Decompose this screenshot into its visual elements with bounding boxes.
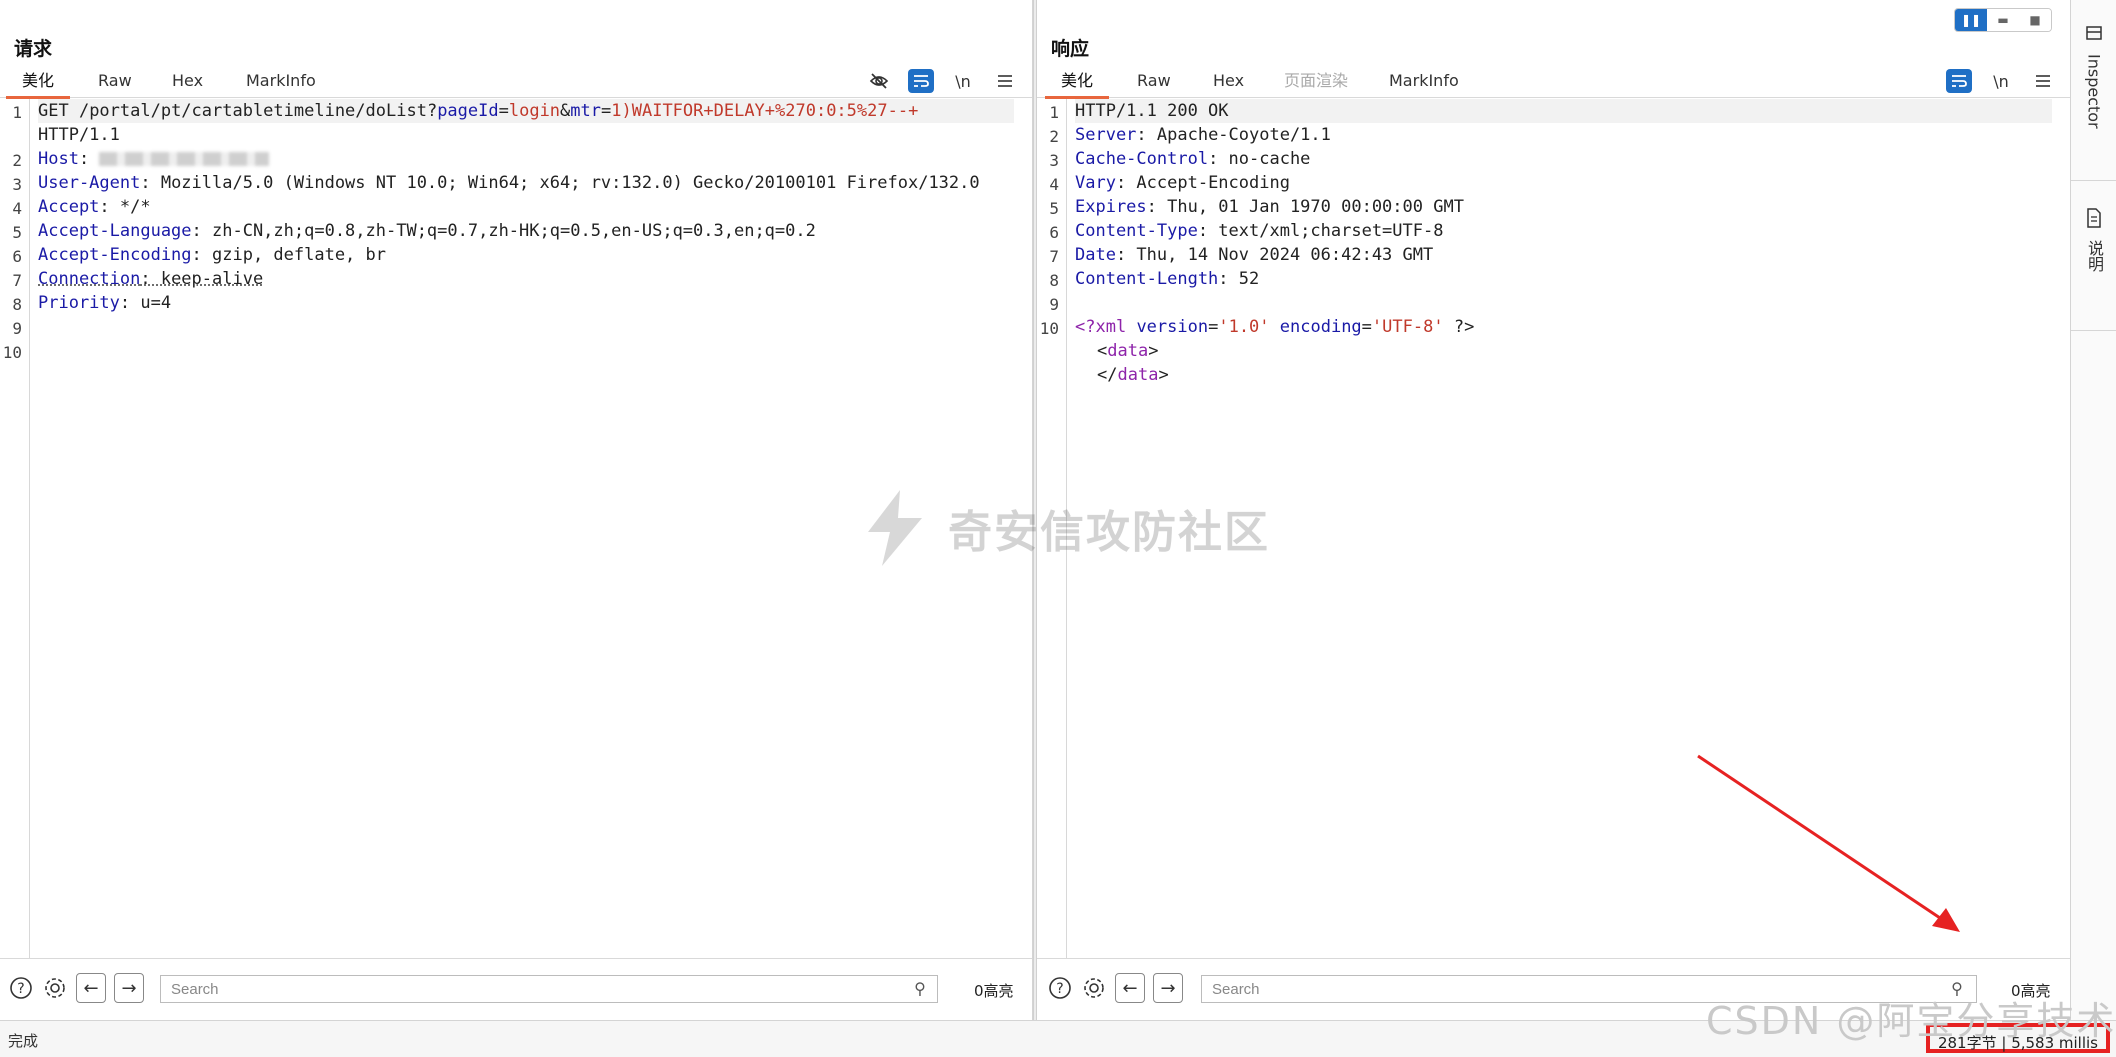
response-tab-pretty[interactable]: 美化 bbox=[1061, 70, 1093, 98]
response-tab-render[interactable]: 页面渲染 bbox=[1284, 70, 1348, 98]
svg-text:?: ? bbox=[17, 981, 24, 997]
code-line: Content-Type: text/xml;charset=UTF-8 bbox=[1075, 219, 2052, 243]
code-line: Connection: keep-alive bbox=[38, 267, 1014, 291]
code-line: Cache-Control: no-cache bbox=[1075, 147, 2052, 171]
search-icon[interactable]: ⚲ bbox=[910, 979, 930, 999]
response-tabbar: 美化 Raw Hex 页面渲染 MarkInfo \n bbox=[1037, 66, 2070, 98]
next-arrow-icon[interactable]: → bbox=[114, 973, 144, 1003]
prev-arrow-icon[interactable]: ← bbox=[1115, 973, 1145, 1003]
layout-single-icon[interactable]: ■ bbox=[2019, 9, 2051, 31]
eye-off-icon[interactable] bbox=[866, 69, 892, 93]
csdn-watermark: CSDN @阿宝分享技术 bbox=[1706, 990, 2116, 1045]
code-line: Accept: */* bbox=[38, 195, 1014, 219]
sidebar-divider bbox=[2071, 330, 2116, 331]
line-number: 7 bbox=[0, 271, 22, 290]
request-hits-count: 0高亮 bbox=[974, 980, 1014, 1001]
wrap-icon[interactable] bbox=[1946, 69, 1972, 93]
code-line: User-Agent: Mozilla/5.0 (Windows NT 10.0… bbox=[38, 171, 1014, 195]
line-number: 8 bbox=[0, 295, 22, 314]
watermark-text: 奇安信攻防社区 bbox=[948, 496, 1270, 560]
line-number: 10 bbox=[0, 343, 22, 362]
code-line: <?xml version='1.0' encoding='UTF-8' ?> bbox=[1075, 315, 2052, 339]
code-line: HTTP/1.1 bbox=[38, 123, 1014, 147]
code-line: Priority: u=4 bbox=[38, 291, 1014, 315]
layout-horizontal-icon[interactable]: ▬ bbox=[1987, 9, 2019, 31]
document-icon bbox=[2086, 208, 2102, 232]
right-sidebar: Inspector 说明 bbox=[2070, 0, 2116, 1020]
layout-split-icon[interactable]: ❚❚ bbox=[1955, 9, 1987, 31]
settings-gear-icon[interactable] bbox=[40, 973, 70, 1003]
wrap-icon[interactable] bbox=[908, 69, 934, 93]
code-line: Server: Apache-Coyote/1.1 bbox=[1075, 123, 2052, 147]
line-number: 1 bbox=[0, 103, 22, 122]
sidebar-item-label: Inspector bbox=[2085, 54, 2104, 129]
line-number: 2 bbox=[0, 151, 22, 170]
request-title: 请求 bbox=[14, 34, 52, 61]
request-tab-markinfo[interactable]: MarkInfo bbox=[246, 70, 316, 98]
line-number: 9 bbox=[0, 319, 22, 338]
request-tabbar: 美化 Raw Hex MarkInfo \n bbox=[0, 66, 1032, 98]
sidebar-item-inspector[interactable]: Inspector bbox=[2071, 24, 2116, 129]
code-line: GET /portal/pt/cartabletimeline/doList?p… bbox=[38, 99, 1014, 123]
request-bottombar: ? ← → ⚲ 0高亮 bbox=[0, 958, 1032, 1020]
code-line: Host: bbox=[38, 147, 1014, 171]
line-number: 9 bbox=[1037, 295, 1059, 314]
line-number: 6 bbox=[0, 247, 22, 266]
layout-toggle: ❚❚ ▬ ■ bbox=[1954, 8, 2052, 32]
annotation-arrow-icon bbox=[1690, 750, 1970, 940]
code-line: HTTP/1.1 200 OK bbox=[1075, 99, 2052, 123]
line-number: 3 bbox=[1037, 151, 1059, 170]
watermark-logo-icon bbox=[860, 488, 930, 568]
line-number: 6 bbox=[1037, 223, 1059, 242]
app-window: 请求 美化 Raw Hex MarkInfo \n 1 2 3 4 5 6 7 … bbox=[0, 0, 2116, 1057]
line-number: 2 bbox=[1037, 127, 1059, 146]
svg-text:?: ? bbox=[1056, 981, 1063, 997]
response-tab-hex[interactable]: Hex bbox=[1213, 70, 1244, 98]
status-text: 完成 bbox=[8, 1030, 38, 1051]
sidebar-item-notes[interactable]: 说明 bbox=[2071, 208, 2116, 272]
request-tab-hex[interactable]: Hex bbox=[172, 70, 203, 98]
next-arrow-icon[interactable]: → bbox=[1153, 973, 1183, 1003]
newline-toggle[interactable]: \n bbox=[1988, 69, 2014, 93]
line-number: 8 bbox=[1037, 271, 1059, 290]
watermark: 奇安信攻防社区 bbox=[860, 488, 1270, 568]
line-number: 1 bbox=[1037, 103, 1059, 122]
request-search-input[interactable] bbox=[160, 975, 938, 1003]
request-tab-pretty[interactable]: 美化 bbox=[22, 70, 54, 98]
sidebar-divider bbox=[2071, 180, 2116, 181]
menu-icon[interactable] bbox=[2030, 69, 2056, 93]
response-tab-markinfo[interactable]: MarkInfo bbox=[1389, 70, 1459, 98]
request-tab-raw[interactable]: Raw bbox=[98, 70, 132, 98]
sidebar-item-label: 说明 bbox=[2082, 240, 2106, 272]
line-number: 5 bbox=[0, 223, 22, 242]
response-tools: \n bbox=[1946, 68, 2056, 94]
line-number: 7 bbox=[1037, 247, 1059, 266]
code-line: <data> bbox=[1097, 339, 2052, 363]
inspector-icon bbox=[2085, 24, 2103, 46]
code-line: Expires: Thu, 01 Jan 1970 00:00:00 GMT bbox=[1075, 195, 2052, 219]
response-title: 响应 bbox=[1051, 34, 1089, 61]
code-line: Accept-Encoding: gzip, deflate, br bbox=[38, 243, 1014, 267]
line-number: 4 bbox=[1037, 175, 1059, 194]
response-tab-raw[interactable]: Raw bbox=[1137, 70, 1171, 98]
code-line: Accept-Language: zh-CN,zh;q=0.8,zh-TW;q=… bbox=[38, 219, 1014, 243]
line-number: 5 bbox=[1037, 199, 1059, 218]
newline-toggle[interactable]: \n bbox=[950, 69, 976, 93]
line-number: 10 bbox=[1037, 319, 1059, 338]
code-line: Vary: Accept-Encoding bbox=[1075, 171, 2052, 195]
menu-icon[interactable] bbox=[992, 69, 1018, 93]
line-number: 3 bbox=[0, 175, 22, 194]
help-icon[interactable]: ? bbox=[6, 973, 36, 1003]
code-line: Date: Thu, 14 Nov 2024 06:42:43 GMT bbox=[1075, 243, 2052, 267]
redacted-host bbox=[99, 152, 269, 166]
help-icon[interactable]: ? bbox=[1045, 973, 1075, 1003]
prev-arrow-icon[interactable]: ← bbox=[76, 973, 106, 1003]
line-number: 4 bbox=[0, 199, 22, 218]
code-line: </data> bbox=[1097, 363, 2052, 387]
request-tools: \n bbox=[866, 68, 1018, 94]
request-gutter: 1 2 3 4 5 6 7 8 9 10 bbox=[0, 99, 30, 958]
settings-gear-icon[interactable] bbox=[1079, 973, 1109, 1003]
code-line: Content-Length: 52 bbox=[1075, 267, 2052, 291]
